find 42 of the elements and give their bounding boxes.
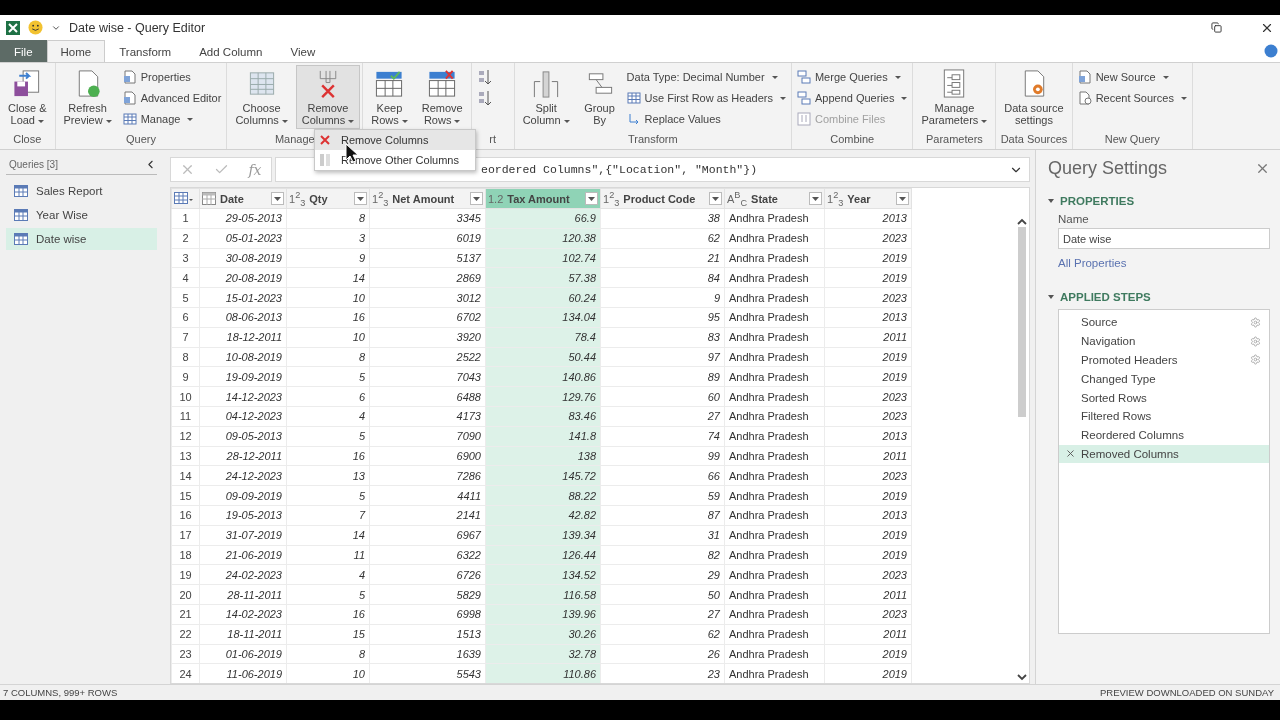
window-title: Date wise - Query Editor [69, 20, 206, 35]
status-text: PREVIEW DOWNLOADED ON SUNDAY [1100, 687, 1274, 698]
row-number: 3 [171, 248, 200, 268]
group-label: Transform [627, 133, 678, 147]
pane-title: Queries [3] [9, 159, 58, 170]
group-label: Close [13, 133, 42, 147]
row-number: 23 [171, 644, 200, 664]
row-number: 10 [171, 386, 200, 407]
row-number: 21 [171, 604, 200, 625]
pane-title: Query Settings [1048, 158, 1168, 179]
row-number: 9 [171, 366, 200, 387]
row-number: 12 [171, 426, 200, 447]
group-label: Combine [830, 133, 875, 147]
row-number: 15 [171, 485, 200, 506]
group-label: Query [125, 133, 156, 147]
row-number: 18 [171, 545, 200, 565]
row-number: 11 [171, 406, 200, 427]
fx-label: fx [248, 161, 262, 178]
group-label: Data Sources [1000, 133, 1068, 147]
row-number: 22 [171, 624, 200, 645]
row-number: 17 [171, 525, 200, 546]
row-number: 5 [171, 287, 200, 308]
row-number: 24 [171, 663, 200, 683]
section-title: APPLIED STEPS [1060, 291, 1151, 303]
section-title: PROPERTIES [1060, 195, 1135, 207]
group-label: Parameters [925, 133, 983, 147]
row-number: 14 [171, 465, 200, 486]
field-label: Name [1058, 213, 1090, 225]
row-number: 6 [171, 307, 200, 328]
row-number: 20 [171, 584, 200, 605]
row-number: 2 [171, 228, 200, 249]
row-number: 1 [171, 208, 200, 229]
row-number: 4 [171, 267, 200, 288]
row-number: 19 [171, 564, 200, 585]
row-number: 16 [171, 505, 200, 526]
group-label: Manage [274, 133, 315, 147]
row-number: 13 [171, 446, 200, 466]
group-label: rt [489, 133, 497, 147]
group-label: New Query [1104, 133, 1160, 147]
row-number: 7 [171, 327, 200, 348]
status-text: 7 COLUMNS, 999+ ROWS [3, 687, 118, 698]
row-number: 8 [171, 347, 200, 367]
